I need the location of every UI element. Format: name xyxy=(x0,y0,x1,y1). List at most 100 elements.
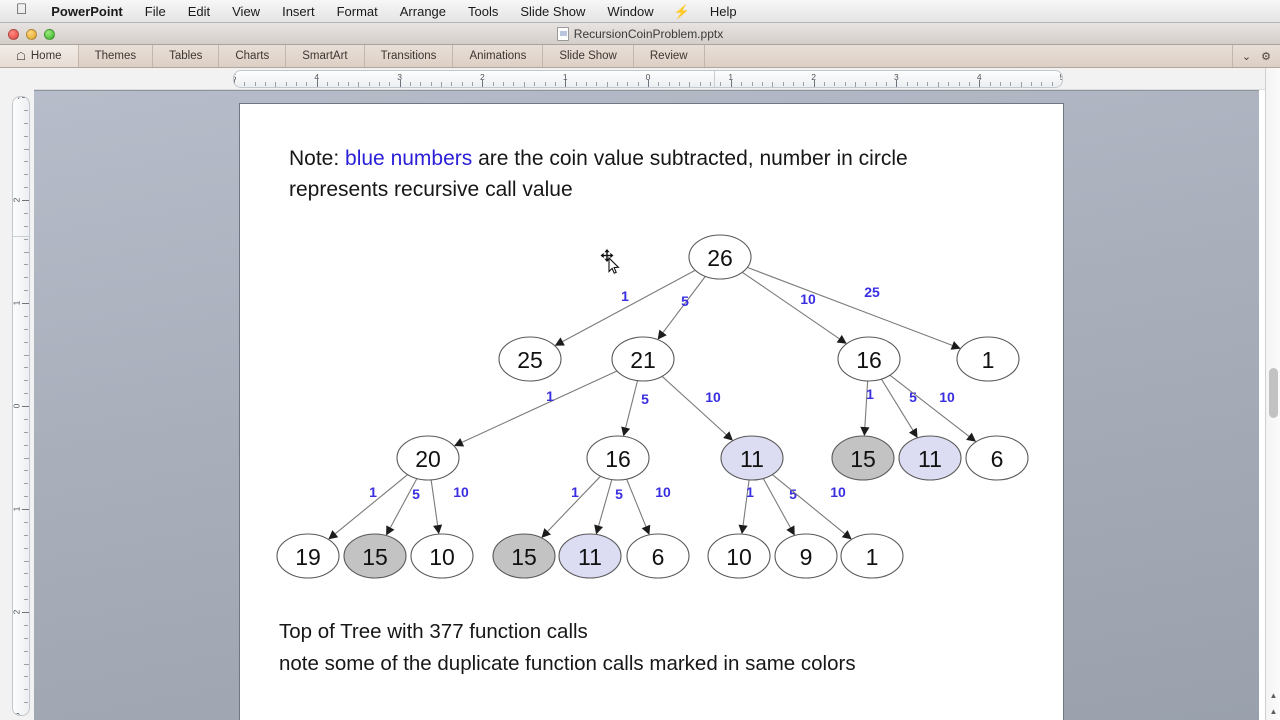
tree-node-label: 16 xyxy=(856,347,882,373)
ruler-tick xyxy=(24,637,28,639)
tree-node[interactable]: 16 xyxy=(837,336,901,382)
ruler-tick xyxy=(1051,82,1053,86)
tree-node[interactable]: 1 xyxy=(840,533,904,579)
ruler-tick xyxy=(24,264,28,266)
ruler-tick xyxy=(337,82,339,86)
powerpoint-window:  PowerPoint File Edit View Insert Forma… xyxy=(0,0,1280,720)
scroll-down-arrow-icon[interactable]: ▲ xyxy=(1270,708,1278,716)
menu-item-help[interactable]: Help xyxy=(699,0,748,23)
tab-smartart[interactable]: SmartArt xyxy=(286,45,365,67)
ruler-tick xyxy=(492,82,494,86)
tree-node[interactable]: 21 xyxy=(611,336,675,382)
tree-node[interactable]: 26 xyxy=(688,234,752,280)
scrollbar-arrows[interactable]: ▲ ▲ xyxy=(1266,688,1280,720)
tab-tables[interactable]: Tables xyxy=(153,45,220,67)
ruler-tick xyxy=(761,82,763,86)
vertical-ruler[interactable]: 3210123 xyxy=(12,96,30,716)
edge-label: 10 xyxy=(939,389,955,405)
tree-node[interactable]: 6 xyxy=(965,435,1029,481)
edge-label: 10 xyxy=(800,291,816,307)
ruler-tick xyxy=(24,225,28,227)
tree-node[interactable]: 16 xyxy=(586,435,650,481)
ruler-tick xyxy=(22,612,29,613)
ruler-tick xyxy=(24,341,28,343)
tree-node[interactable]: 9 xyxy=(774,533,838,579)
menu-item-slide-show[interactable]: Slide Show xyxy=(509,0,596,23)
tree-edge: 5 xyxy=(657,276,706,340)
slide-canvas[interactable]: Note: blue numbers are the coin value su… xyxy=(240,104,1063,720)
menu-item-window[interactable]: Window xyxy=(596,0,664,23)
menu-item-format[interactable]: Format xyxy=(326,0,389,23)
tree-node-label: 11 xyxy=(740,446,764,472)
tree-node-label: 15 xyxy=(511,544,537,570)
close-button[interactable] xyxy=(8,29,19,40)
ruler-tick xyxy=(22,509,29,510)
ruler-tick xyxy=(420,82,422,86)
menu-item-file[interactable]: File xyxy=(134,0,177,23)
scrollbar-thumb[interactable] xyxy=(1269,368,1278,418)
scroll-up-arrow-icon[interactable]: ▲ xyxy=(1270,692,1278,700)
gear-icon[interactable]: ⚙ xyxy=(1261,50,1271,63)
tree-node[interactable]: 10 xyxy=(410,533,474,579)
ruler-tick xyxy=(24,573,28,575)
tree-node-label: 25 xyxy=(517,347,543,373)
tree-node[interactable]: 15 xyxy=(343,533,407,579)
menu-item-view[interactable]: View xyxy=(221,0,271,23)
tree-node[interactable]: 15 xyxy=(831,435,895,481)
lightning-bolt-icon[interactable]: ⚡ xyxy=(665,0,699,23)
menu-item-tools[interactable]: Tools xyxy=(457,0,509,23)
ruler-tick xyxy=(596,82,598,86)
ruler-tick xyxy=(844,82,846,86)
tree-node[interactable]: 11 xyxy=(898,435,962,481)
ruler-tick xyxy=(741,82,743,86)
ruler-tick xyxy=(306,82,308,86)
slide-workspace[interactable]: Note: blue numbers are the coin value su… xyxy=(34,90,1259,720)
tree-node[interactable]: 20 xyxy=(396,435,460,481)
tab-transitions[interactable]: Transitions xyxy=(365,45,454,67)
ruler-tick xyxy=(875,82,877,86)
tree-node[interactable]: 1 xyxy=(956,336,1020,382)
tree-node-label: 1 xyxy=(866,544,879,570)
menu-item-arrange[interactable]: Arrange xyxy=(389,0,457,23)
ruler-tick xyxy=(24,689,28,691)
home-icon: ☖ xyxy=(16,50,26,63)
tree-node[interactable]: 15 xyxy=(492,533,556,579)
tree-node[interactable]: 10 xyxy=(707,533,771,579)
tab-review[interactable]: Review xyxy=(634,45,705,67)
tab-slide-show[interactable]: Slide Show xyxy=(543,45,634,67)
tree-node[interactable]: 6 xyxy=(626,533,690,579)
tree-node[interactable]: 11 xyxy=(558,533,622,579)
ruler-tick xyxy=(958,82,960,86)
tab-themes[interactable]: Themes xyxy=(79,45,154,67)
ruler-tick xyxy=(24,431,28,433)
menu-item-edit[interactable]: Edit xyxy=(177,0,221,23)
ruler-tick xyxy=(285,82,287,86)
horizontal-ruler[interactable]: 54321012345 xyxy=(233,70,1063,88)
tree-node[interactable]: 25 xyxy=(498,336,562,382)
ruler-label: 2 xyxy=(811,72,816,82)
tab-charts[interactable]: Charts xyxy=(219,45,287,67)
tree-node-label: 15 xyxy=(362,544,388,570)
apple-logo-icon[interactable]:  xyxy=(12,0,40,23)
tab-home[interactable]: ☖ Home xyxy=(0,45,79,67)
tree-node-label: 26 xyxy=(707,245,733,271)
tree-node[interactable]: 11 xyxy=(720,435,784,481)
ruler-label: 2 xyxy=(12,609,22,615)
ruler-label: 1 xyxy=(728,72,734,82)
ruler-tick xyxy=(24,212,28,214)
vertical-scrollbar[interactable]: ▲ ▲ xyxy=(1265,68,1280,720)
minimize-button[interactable] xyxy=(26,29,37,40)
ruler-tick xyxy=(937,82,939,87)
ruler-tick xyxy=(24,663,29,665)
maximize-button[interactable] xyxy=(44,29,55,40)
caption-textbox[interactable]: Top of Tree with 377 function calls note… xyxy=(279,616,1039,680)
ruler-tick xyxy=(24,676,28,678)
chevron-down-icon[interactable]: ⌄ xyxy=(1242,50,1251,63)
ruler-tick xyxy=(989,82,991,86)
tree-node[interactable]: 19 xyxy=(276,533,340,579)
ruler-tick xyxy=(554,82,556,86)
tab-animations[interactable]: Animations xyxy=(453,45,544,67)
menu-item-powerpoint[interactable]: PowerPoint xyxy=(40,0,134,23)
caption-line-2: note some of the duplicate function call… xyxy=(279,652,856,675)
menu-item-insert[interactable]: Insert xyxy=(271,0,326,23)
